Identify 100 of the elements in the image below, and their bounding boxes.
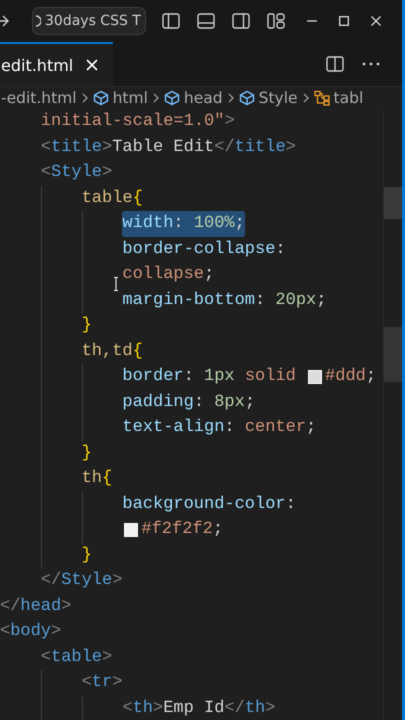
code-token: 100%: [194, 213, 235, 235]
code-token: title: [234, 136, 286, 158]
code-token: table: [82, 188, 133, 210]
code-token: :: [184, 366, 195, 388]
chevron-right-icon: [82, 93, 88, 103]
code-token: ;: [204, 264, 214, 286]
code-token: solid: [244, 366, 297, 388]
code-token: :: [224, 417, 236, 439]
code-token: </: [0, 596, 20, 618]
code-token: :: [275, 238, 286, 260]
color-swatch[interactable]: [308, 370, 322, 384]
maximize-icon[interactable]: [338, 16, 349, 26]
editor-tab[interactable]: edit.html: [0, 42, 114, 86]
more-icon[interactable]: [362, 62, 380, 66]
close-icon[interactable]: [370, 16, 381, 26]
code-token: center: [244, 417, 306, 439]
code-token: th: [244, 698, 266, 720]
code-token: >: [265, 698, 276, 720]
chevron-right-icon: [228, 93, 234, 103]
split-editor-icon[interactable]: [326, 56, 344, 72]
breadcrumb-item[interactable]: tabl: [314, 89, 364, 107]
code-token: ;: [234, 213, 245, 235]
code-token: head: [20, 596, 62, 618]
layout-icon[interactable]: [266, 13, 285, 29]
code-token: :: [286, 494, 296, 516]
code-token: ;: [212, 519, 224, 541]
code-token: padding: [122, 392, 194, 414]
code-token: >: [51, 621, 62, 643]
code-token: }: [82, 315, 92, 337]
code-token: ;: [366, 366, 376, 388]
code-token: <: [40, 646, 51, 668]
breadcrumb-item[interactable]: -edit.html: [1, 89, 77, 107]
code-token: <: [40, 136, 51, 158]
code-token: </: [224, 698, 245, 720]
code-token: border-collapse: [122, 238, 276, 260]
code-token: >: [224, 111, 235, 133]
code-token: 8px: [214, 392, 245, 414]
structure-icon: [314, 90, 330, 106]
code-token: Style: [61, 570, 112, 592]
overview-ruler-mark: [384, 327, 402, 382]
code-token: }: [82, 544, 92, 566]
sidebar-right-icon[interactable]: [232, 13, 250, 29]
sidebar-left-icon[interactable]: [162, 13, 180, 29]
cube-icon: [164, 90, 180, 106]
code-token: {: [132, 188, 143, 210]
code-token: title: [51, 136, 102, 158]
forward-arrow-icon[interactable]: [0, 14, 10, 28]
code-token: :: [255, 290, 266, 312]
code-token: th: [132, 698, 153, 720]
code-token: :: [173, 213, 185, 235]
code-token: initial-scale=1.0": [40, 111, 224, 133]
code-token: ;: [316, 290, 326, 312]
code-token: >: [112, 672, 122, 694]
code-token: #ddd: [325, 366, 366, 388]
code-token: 20px: [275, 290, 316, 312]
code-token: {: [102, 468, 112, 490]
code-token: width: [122, 213, 174, 235]
code-token: >: [102, 646, 112, 668]
code-token: {: [132, 340, 143, 362]
code-token: background-color: [122, 494, 286, 516]
code-token: <: [0, 621, 10, 643]
panel-bottom-icon[interactable]: [196, 13, 215, 29]
code-token: <: [82, 672, 92, 694]
code-token: margin-bottom: [122, 290, 256, 312]
code-token: >: [112, 570, 122, 592]
code-token: }: [82, 442, 92, 464]
code-token: collapse: [122, 264, 204, 286]
code-token: >: [61, 596, 72, 618]
chevron-right-icon: [152, 93, 159, 103]
code-token: Table Edit: [112, 136, 214, 158]
code-token: body: [10, 621, 52, 643]
code-token: text-align: [122, 417, 224, 439]
code-token: border: [122, 366, 184, 388]
code-token: th: [82, 468, 102, 490]
breadcrumb-item[interactable]: html: [92, 89, 148, 107]
scroll-thumb[interactable]: [384, 187, 402, 219]
scrollbar[interactable]: [383, 109, 402, 720]
breadcrumb-item[interactable]: head: [164, 89, 223, 107]
code-token: >: [102, 162, 112, 184]
code-token: </: [214, 136, 235, 158]
breadcrumb-item[interactable]: Style: [238, 89, 298, 107]
code-token: >: [153, 698, 164, 720]
code-token: ;: [244, 392, 256, 414]
cube-icon: [238, 90, 255, 106]
code-token: <: [40, 162, 51, 184]
code-token: table: [51, 646, 102, 668]
code-token: :: [194, 392, 206, 414]
code-token: Emp Id: [163, 698, 224, 720]
code-token: Style: [51, 162, 102, 184]
text-cursor-icon: [113, 276, 120, 291]
code-token: th,td: [82, 340, 133, 362]
search-field[interactable]: 30days CSS T: [32, 7, 146, 35]
code-token: >: [102, 136, 112, 158]
code-token: ;: [306, 417, 316, 439]
code-token: tr: [92, 672, 112, 694]
code-token: #f2f2f2: [141, 519, 213, 541]
color-swatch[interactable]: [124, 522, 138, 537]
code-token: </: [40, 570, 62, 592]
code-token: 1px: [204, 366, 235, 388]
cube-icon: [92, 90, 109, 106]
